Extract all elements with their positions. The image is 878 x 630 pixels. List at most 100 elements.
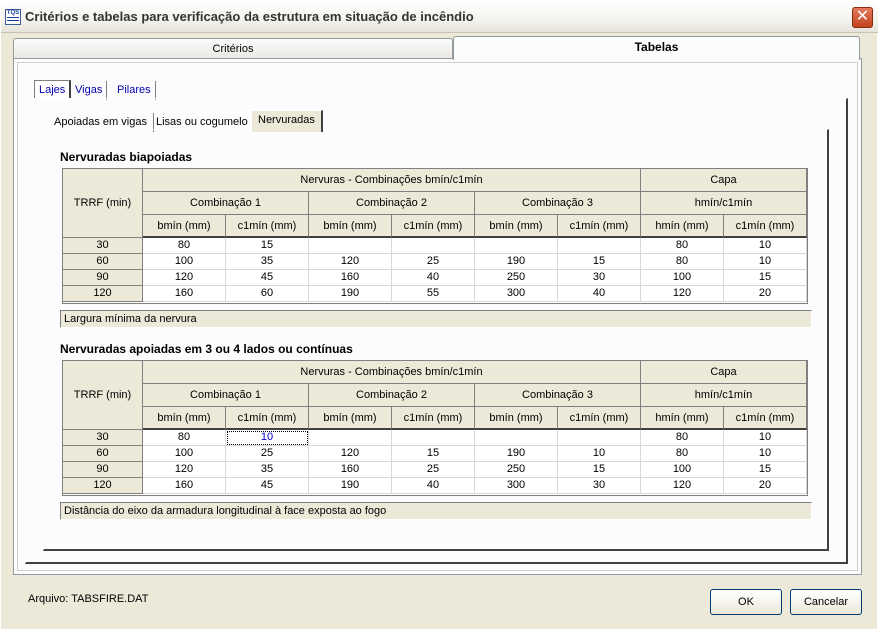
col-header-bmin: bmín (mm)	[309, 215, 392, 238]
col-header-bmin: bmín (mm)	[309, 407, 392, 430]
table-cell[interactable]: 10	[558, 446, 641, 462]
table-cell[interactable]: 25	[392, 254, 475, 270]
tab-criterios-label: Critérios	[212, 43, 254, 55]
table-cell[interactable]: 15	[392, 446, 475, 462]
table-cell[interactable]: 160	[143, 478, 226, 494]
comb3-header: Combinação 3	[475, 192, 641, 215]
table-cell[interactable]: 160	[309, 462, 392, 478]
table-cell[interactable]: 35	[226, 462, 309, 478]
col-header-c1min: c1mín (mm)	[226, 407, 309, 430]
table1-title: Nervuradas biapoiadas	[60, 150, 193, 164]
table-cell[interactable]: 100	[641, 270, 724, 286]
table-cell[interactable]: 160	[309, 270, 392, 286]
col-header-c1min: c1mín (mm)	[392, 215, 475, 238]
table-cell[interactable]: 30	[558, 478, 641, 494]
table-cell[interactable]: 10	[724, 430, 807, 446]
col-header-bmin: bmín (mm)	[475, 407, 558, 430]
table-cell[interactable]: 20	[724, 478, 807, 494]
table-cell[interactable]: 30	[558, 270, 641, 286]
client-area: Critérios Tabelas Lajes Vigas Pilares Ap…	[1, 34, 877, 629]
tab-tabelas[interactable]: Tabelas	[453, 36, 860, 60]
table-cell[interactable]: 25	[226, 446, 309, 462]
col-header-c1min: c1mín (mm)	[226, 215, 309, 238]
table-cell[interactable]: 190	[475, 254, 558, 270]
table-cell[interactable]: 100	[143, 446, 226, 462]
table-cell[interactable]: 190	[309, 478, 392, 494]
table-cell[interactable]: 10	[724, 238, 807, 254]
table-cell[interactable]: 25	[392, 462, 475, 478]
table-cell[interactable]: 160	[143, 286, 226, 302]
capa-sub-header: hmín/c1mín	[641, 384, 807, 407]
table-cell[interactable]: 80	[641, 430, 724, 446]
close-icon[interactable]: ✕	[852, 7, 873, 28]
table-cell[interactable]: 35	[226, 254, 309, 270]
tab-nervuradas[interactable]: Nervuradas	[251, 110, 323, 132]
table-cell[interactable]	[392, 430, 475, 446]
table-cell[interactable]	[558, 238, 641, 254]
table-cell[interactable]: 190	[475, 446, 558, 462]
table-cell[interactable]	[475, 238, 558, 254]
cancel-button[interactable]: Cancelar	[790, 589, 862, 615]
row-header-trrf: 90	[63, 270, 143, 286]
table-cell[interactable]: 120	[143, 462, 226, 478]
row-header-trrf: 60	[63, 446, 143, 462]
nervuras-header: Nervuras - Combinações bmín/c1mín	[143, 169, 641, 192]
col-header-hmin: hmín (mm)	[641, 215, 724, 238]
table-cell[interactable]: 20	[724, 286, 807, 302]
table-cell[interactable]: 60	[226, 286, 309, 302]
table-cell[interactable]: 80	[143, 238, 226, 254]
table-cell[interactable]: 190	[309, 286, 392, 302]
table1-grid[interactable]: TRRF (min) Nervuras - Combinações bmín/c1…	[62, 168, 808, 304]
tab-criterios[interactable]: Critérios	[13, 38, 453, 59]
table-cell[interactable]	[392, 238, 475, 254]
table-cell[interactable]: 15	[724, 270, 807, 286]
table-cell[interactable]: 100	[143, 254, 226, 270]
table-cell[interactable]: 55	[392, 286, 475, 302]
row-header-trrf: 120	[63, 478, 143, 494]
table-cell[interactable]: 120	[641, 286, 724, 302]
table-cell[interactable]: 120	[641, 478, 724, 494]
table-cell[interactable]: 40	[558, 286, 641, 302]
col-header-c1min: c1mín (mm)	[724, 215, 807, 238]
table-cell[interactable]	[475, 430, 558, 446]
col-header-c1min: c1mín (mm)	[558, 215, 641, 238]
table-cell[interactable]: 15	[226, 238, 309, 254]
comb1-header: Combinação 1	[143, 192, 309, 215]
app-icon-waves	[7, 17, 19, 23]
table-cell[interactable]: 300	[475, 286, 558, 302]
table-cell[interactable]: 300	[475, 478, 558, 494]
table-cell[interactable]: 250	[475, 270, 558, 286]
table-cell[interactable]: 120	[309, 446, 392, 462]
row-header-trrf: 90	[63, 462, 143, 478]
table-cell[interactable]: 45	[226, 270, 309, 286]
table-cell[interactable]: 15	[558, 462, 641, 478]
table-cell[interactable]: 80	[641, 238, 724, 254]
table-cell[interactable]: 80	[641, 446, 724, 462]
table-cell[interactable]: 120	[309, 254, 392, 270]
table-cell[interactable]: 40	[392, 478, 475, 494]
col-header-bmin: bmín (mm)	[143, 407, 226, 430]
table-cell[interactable]: 10	[724, 254, 807, 270]
tab-lajes[interactable]: Lajes	[34, 80, 72, 99]
table-cell[interactable]: 15	[558, 254, 641, 270]
comb3-header: Combinação 3	[475, 384, 641, 407]
table-cell[interactable]	[309, 238, 392, 254]
table-cell[interactable]: 10	[226, 430, 309, 446]
table-cell[interactable]: 120	[143, 270, 226, 286]
app-icon: TQS	[5, 9, 21, 25]
table-cell[interactable]: 10	[724, 446, 807, 462]
table-cell[interactable]: 45	[226, 478, 309, 494]
table-cell[interactable]: 80	[641, 254, 724, 270]
table-cell[interactable]: 100	[641, 462, 724, 478]
table2-grid[interactable]: TRRF (min) Nervuras - Combinações bmín/c1…	[62, 360, 808, 496]
table-cell[interactable]: 80	[143, 430, 226, 446]
table-cell[interactable]: 250	[475, 462, 558, 478]
ok-button[interactable]: OK	[710, 589, 782, 615]
table-cell[interactable]: 15	[724, 462, 807, 478]
table-cell[interactable]	[558, 430, 641, 446]
table-cell[interactable]	[309, 430, 392, 446]
table-cell[interactable]: 40	[392, 270, 475, 286]
comb1-header: Combinação 1	[143, 384, 309, 407]
dialog-window: TQS Critérios e tabelas para verificação…	[0, 0, 878, 630]
trrf-header: TRRF (min)	[63, 361, 143, 430]
